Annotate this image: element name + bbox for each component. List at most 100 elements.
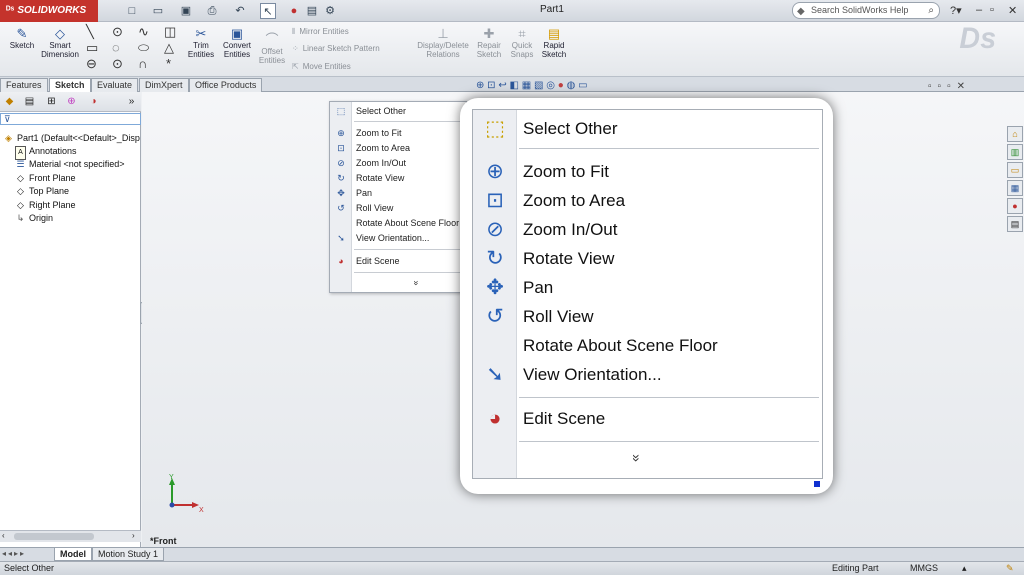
- tab-scroll-arrows-icon[interactable]: ◂◂▸▸: [2, 549, 26, 558]
- tab-sketch[interactable]: Sketch: [49, 78, 91, 92]
- print-icon[interactable]: ⎙: [204, 3, 220, 19]
- minimize-help-icon[interactable]: –: [976, 4, 982, 16]
- smart-dimension-button[interactable]: ◇ Smart Dimension: [40, 26, 80, 59]
- restore-icon[interactable]: ▫: [990, 4, 994, 16]
- menu-item-roll-view[interactable]: ↺ Roll View: [473, 303, 822, 331]
- text-icon[interactable]: ∩: [138, 56, 147, 71]
- menu-item-rotate-view[interactable]: ↻ Rotate View: [473, 245, 822, 273]
- mirror-entities-button[interactable]: ⫴ Mirror Entities: [292, 27, 349, 37]
- tab-dimxpert[interactable]: DimXpert: [139, 78, 189, 92]
- section-view-icon[interactable]: ◧: [510, 80, 519, 91]
- design-library-icon[interactable]: ▥: [1007, 144, 1023, 160]
- move-entities-button[interactable]: ⇱ Move Entities: [292, 62, 351, 72]
- polygon-icon[interactable]: ⊙: [112, 56, 123, 72]
- menu-item-pan[interactable]: ✥ Pan: [330, 186, 468, 200]
- sketch-button[interactable]: ✎ Sketch: [6, 26, 38, 50]
- menu-item-view-orientation[interactable]: ➘ View Orientation...: [473, 361, 822, 389]
- feature-manager-tab-icon[interactable]: ◆: [2, 95, 17, 109]
- custom-properties-icon[interactable]: ▤: [1007, 216, 1023, 232]
- previous-view-icon[interactable]: ↩: [498, 80, 506, 91]
- menu-expand-more-icon[interactable]: »: [412, 280, 422, 285]
- menu-item-zoom-to-area[interactable]: ⊡ Zoom to Area: [473, 187, 822, 215]
- open-folder-icon[interactable]: ▭: [150, 3, 166, 19]
- repair-sketch-button[interactable]: ✚ Repair Sketch: [474, 26, 504, 59]
- expand-panel-icon[interactable]: »: [124, 95, 139, 109]
- menu-item-rotate-view[interactable]: ↻ Rotate View: [330, 171, 468, 185]
- rectangle-icon[interactable]: ▭: [86, 40, 98, 56]
- tree-item-right-plane[interactable]: ◇ Right Plane: [15, 199, 76, 211]
- line-icon[interactable]: ╲: [86, 24, 94, 40]
- trim-entities-button[interactable]: ✂ Trim Entities: [186, 26, 216, 59]
- menu-item-rotate-about-scene-floor[interactable]: Rotate About Scene Floor: [330, 216, 468, 230]
- menu-item-view-orientation[interactable]: ➘ View Orientation...: [330, 231, 468, 245]
- view-palette-icon[interactable]: ▦: [1007, 180, 1023, 196]
- display-delete-relations-button[interactable]: ⊥ Display/Delete Relations: [414, 26, 472, 59]
- arc-icon[interactable]: ◌: [112, 40, 120, 55]
- slot-icon[interactable]: ⊖: [86, 56, 97, 72]
- edit-appearance-icon[interactable]: ●: [558, 80, 564, 91]
- scrollbar-thumb[interactable]: [14, 533, 94, 540]
- status-units[interactable]: MMGS: [910, 562, 938, 575]
- display-manager-tab-icon[interactable]: ◑: [86, 95, 101, 109]
- menu-expand-more-icon[interactable]: »: [629, 454, 645, 462]
- menu-item-select-other[interactable]: ⬚ Select Other: [473, 115, 822, 143]
- file-explorer-icon[interactable]: ▭: [1007, 162, 1023, 178]
- convert-entities-button[interactable]: ▣ Convert Entities: [218, 26, 256, 59]
- menu-item-zoom-to-area[interactable]: ⊡ Zoom to Area: [330, 141, 468, 155]
- menu-item-select-other[interactable]: ⬚ Select Other: [330, 104, 468, 118]
- menu-item-pan[interactable]: ✥ Pan: [473, 274, 822, 302]
- save-icon[interactable]: ▣: [178, 3, 194, 19]
- view-settings-icon[interactable]: ▭: [578, 80, 587, 91]
- menu-item-zoom-in-out[interactable]: ⊘ Zoom In/Out: [473, 216, 822, 244]
- undo-icon[interactable]: ↶: [232, 3, 248, 19]
- configuration-manager-tab-icon[interactable]: ⊞: [44, 95, 59, 109]
- tab-features[interactable]: Features: [0, 78, 48, 92]
- search-icon[interactable]: ⌕: [928, 3, 934, 18]
- options-icon[interactable]: ⚙: [322, 3, 338, 19]
- solidworks-resources-icon[interactable]: ⌂: [1007, 126, 1023, 142]
- help-icon[interactable]: ?▾: [950, 4, 962, 17]
- tab-motion-study-1[interactable]: Motion Study 1: [92, 548, 165, 561]
- solidworks-logo[interactable]: ᴰˢ SOLIDWORKS: [0, 0, 98, 22]
- display-style-icon[interactable]: ▧: [534, 80, 543, 91]
- circle-icon[interactable]: ⊙: [112, 24, 123, 40]
- menu-item-edit-scene[interactable]: ◕ Edit Scene: [330, 254, 468, 268]
- tree-item-top-plane[interactable]: ◇ Top Plane: [15, 185, 69, 197]
- tree-item-front-plane[interactable]: ◇ Front Plane: [15, 172, 76, 184]
- spline-icon[interactable]: ∿: [138, 24, 149, 40]
- viewport-window-controls[interactable]: ▫▫▫✕: [928, 81, 971, 92]
- menu-item-rotate-about-scene-floor[interactable]: Rotate About Scene Floor: [473, 332, 822, 360]
- property-manager-tab-icon[interactable]: ▤: [22, 95, 37, 109]
- panel-horizontal-scrollbar[interactable]: ‹ ›: [0, 530, 141, 542]
- menu-item-zoom-to-fit[interactable]: ⊕ Zoom to Fit: [473, 158, 822, 186]
- select-arrow-icon[interactable]: ↖: [260, 3, 276, 19]
- dimxpert-manager-tab-icon[interactable]: ⊕: [64, 95, 79, 109]
- tab-model[interactable]: Model: [54, 548, 92, 561]
- feature-filter-input[interactable]: ⊽: [0, 113, 141, 125]
- scroll-left-icon[interactable]: ‹: [2, 531, 5, 540]
- plane-icon[interactable]: △: [164, 40, 174, 56]
- appearances-icon[interactable]: ●: [1007, 198, 1023, 214]
- menu-item-edit-scene[interactable]: ◕ Edit Scene: [473, 405, 822, 433]
- menu-item-roll-view[interactable]: ↺ Roll View: [330, 201, 468, 215]
- new-document-icon[interactable]: □: [124, 3, 140, 19]
- offset-entities-button[interactable]: ⌒ Offset Entities: [256, 32, 288, 65]
- sketch-fillet-icon[interactable]: ◫: [164, 24, 176, 40]
- rebuild-icon[interactable]: ●: [286, 3, 302, 19]
- linear-sketch-pattern-button[interactable]: ⁘ Linear Sketch Pattern: [292, 44, 380, 54]
- quick-snaps-button[interactable]: ⌗ Quick Snaps: [508, 26, 536, 59]
- scroll-right-icon[interactable]: ›: [132, 531, 135, 540]
- tab-evaluate[interactable]: Evaluate: [91, 78, 139, 92]
- close-icon[interactable]: ✕: [1008, 4, 1017, 17]
- zoom-to-fit-small-icon[interactable]: ⊕: [476, 80, 484, 91]
- units-dropdown-icon[interactable]: ▴: [962, 562, 967, 575]
- point-icon[interactable]: *: [166, 56, 171, 71]
- tree-item-material[interactable]: ☰ Material <not specified>: [15, 158, 124, 170]
- rapid-sketch-button[interactable]: ▤ Rapid Sketch: [538, 26, 570, 59]
- zoom-to-area-small-icon[interactable]: ⊡: [487, 80, 495, 91]
- tab-office-products[interactable]: Office Products: [189, 78, 263, 92]
- menu-item-zoom-to-fit[interactable]: ⊕ Zoom to Fit: [330, 126, 468, 140]
- hide-show-icon[interactable]: ◎: [546, 80, 555, 91]
- rebuild-status-icon[interactable]: ✎: [1006, 562, 1014, 575]
- ellipse-icon[interactable]: ⬭: [138, 40, 149, 56]
